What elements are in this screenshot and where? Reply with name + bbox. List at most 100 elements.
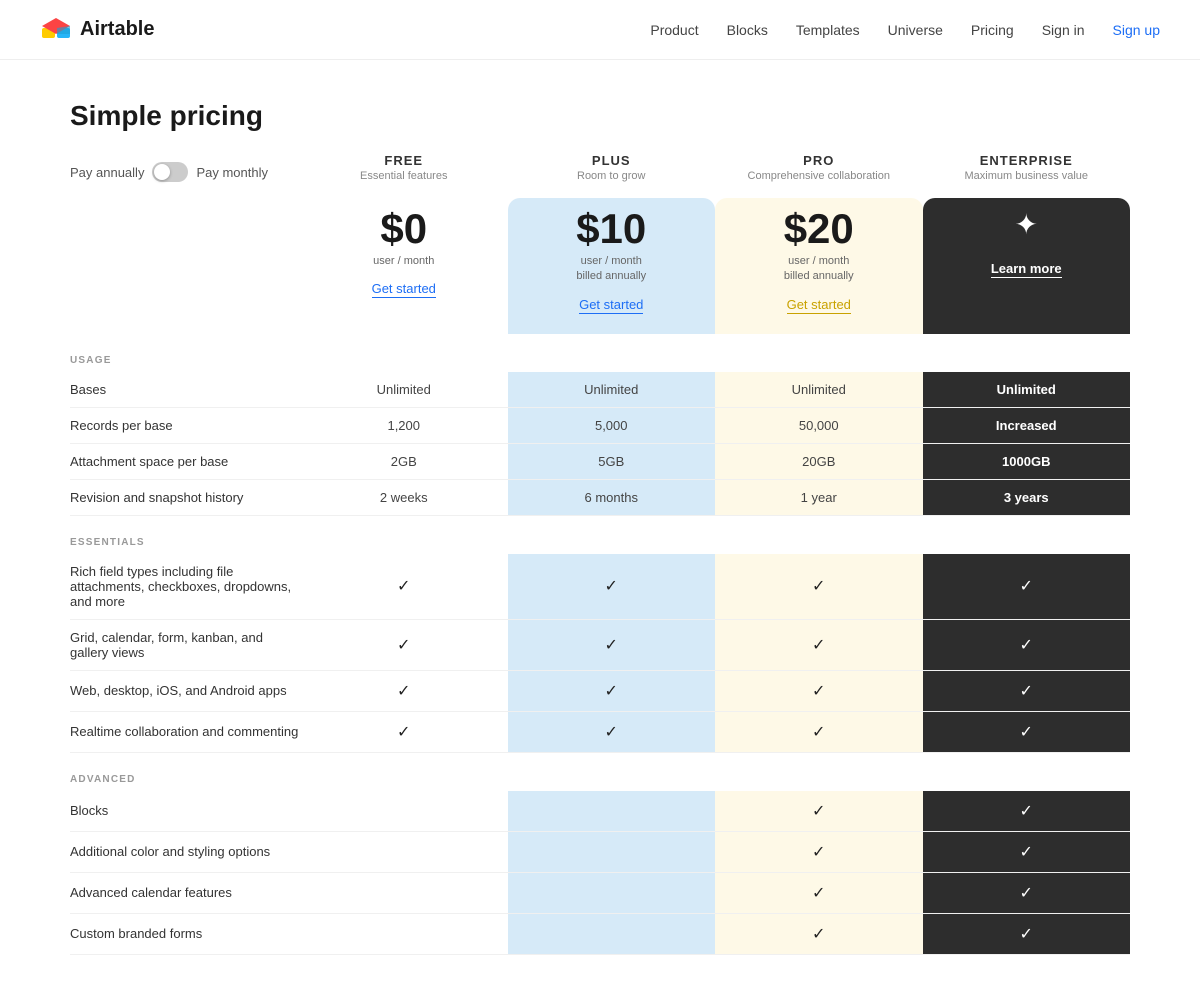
feature-val: ✓	[923, 554, 1131, 620]
feature-val: Increased	[923, 408, 1131, 444]
feature-val: ✓	[300, 671, 508, 712]
feature-val: Unlimited	[715, 372, 923, 408]
price-section: $0 user / month Get started $10 user / m…	[70, 198, 1130, 334]
feature-name: Advanced calendar features	[70, 873, 300, 914]
section-label-advanced: ADVANCED	[70, 753, 1130, 791]
feature-val: 2 weeks	[300, 480, 508, 516]
plan-name-plus: PLUS	[518, 153, 706, 168]
feature-val: ✓	[715, 554, 923, 620]
section-label-text: ADVANCED	[70, 774, 136, 785]
checkmark-icon: ✓	[1020, 801, 1033, 821]
logo[interactable]: Airtable	[40, 14, 154, 46]
checkmark-icon: ✓	[1020, 635, 1033, 655]
price-cell-plus: $10 user / monthbilled annually Get star…	[508, 198, 716, 334]
feature-name: Revision and snapshot history	[70, 480, 300, 516]
feature-val: 1 year	[715, 480, 923, 516]
checkmark-icon: ✓	[812, 681, 825, 701]
plan-name-free: FREE	[310, 153, 498, 168]
section-label-text: USAGE	[70, 355, 112, 366]
feature-val: ✓	[715, 914, 923, 955]
plan-header-enterprise: ENTERPRISE Maximum business value	[923, 133, 1131, 198]
enterprise-icon: ✦	[933, 208, 1121, 241]
checkmark-icon: ✓	[397, 722, 410, 742]
cta-plus[interactable]: Get started	[579, 297, 643, 314]
feature-val: 5GB	[508, 444, 716, 480]
feature-val: ✓	[300, 620, 508, 671]
feature-val: ✓	[715, 671, 923, 712]
feature-name: Custom branded forms	[70, 914, 300, 955]
feature-val: 3 years	[923, 480, 1131, 516]
feature-name: Bases	[70, 372, 300, 408]
toggle-switch[interactable]	[152, 162, 188, 182]
checkmark-icon: ✓	[1020, 681, 1033, 701]
pay-monthly-label: Pay monthly	[196, 165, 268, 180]
nav-universe[interactable]: Universe	[888, 22, 943, 38]
nav-signin[interactable]: Sign in	[1042, 22, 1085, 38]
feature-val: 1,200	[300, 408, 508, 444]
feature-val: 50,000	[715, 408, 923, 444]
feature-val: ✓	[923, 620, 1131, 671]
feature-name: Blocks	[70, 791, 300, 832]
checkmark-icon: ✓	[1020, 576, 1033, 596]
checkmark-icon: ✓	[1020, 924, 1033, 944]
feature-val: ✓	[715, 712, 923, 753]
page-title: Simple pricing	[70, 100, 300, 152]
feature-name: Additional color and styling options	[70, 832, 300, 873]
feature-val: ✓	[923, 914, 1131, 955]
price-label-spacer	[70, 198, 300, 334]
feature-val: Unlimited	[508, 372, 716, 408]
feature-name: Web, desktop, iOS, and Android apps	[70, 671, 300, 712]
feature-val: 1000GB	[923, 444, 1131, 480]
plan-name-enterprise: ENTERPRISE	[933, 153, 1121, 168]
feature-val: ✓	[715, 620, 923, 671]
checkmark-icon: ✓	[812, 883, 825, 903]
feature-val: 20GB	[715, 444, 923, 480]
cta-pro[interactable]: Get started	[787, 297, 851, 314]
price-sub-plus: user / monthbilled annually	[518, 254, 706, 285]
plan-desc-enterprise: Maximum business value	[933, 170, 1121, 182]
cta-enterprise[interactable]: Learn more	[991, 261, 1062, 278]
nav-pricing[interactable]: Pricing	[971, 22, 1014, 38]
feature-val: ✓	[923, 712, 1131, 753]
nav-signup[interactable]: Sign up	[1113, 22, 1160, 38]
feature-val: ✓	[923, 671, 1131, 712]
feature-val: ✓	[300, 712, 508, 753]
price-sub-free: user / month	[310, 254, 498, 269]
feature-val: 5,000	[508, 408, 716, 444]
feature-val: Unlimited	[923, 372, 1131, 408]
feature-val: ✓	[508, 712, 716, 753]
feature-val: ✓	[923, 873, 1131, 914]
feature-val	[508, 832, 716, 873]
checkmark-icon: ✓	[397, 681, 410, 701]
feature-val: ✓	[508, 620, 716, 671]
feature-val	[300, 832, 508, 873]
billing-toggle: Pay annually Pay monthly	[70, 152, 300, 198]
feature-val: 6 months	[508, 480, 716, 516]
nav-templates[interactable]: Templates	[796, 22, 860, 38]
plan-desc-pro: Comprehensive collaboration	[725, 170, 913, 182]
checkmark-icon: ✓	[812, 801, 825, 821]
nav-product[interactable]: Product	[650, 22, 698, 38]
checkmark-icon: ✓	[605, 722, 618, 742]
features-table: USAGEBasesUnlimitedUnlimitedUnlimitedUnl…	[70, 334, 1130, 955]
checkmark-icon: ✓	[812, 842, 825, 862]
feature-val: ✓	[715, 832, 923, 873]
pricing-title-cell: Simple pricing Pay annually Pay monthly	[70, 100, 300, 198]
checkmark-icon: ✓	[1020, 842, 1033, 862]
cta-free[interactable]: Get started	[372, 281, 436, 298]
feature-val: ✓	[715, 791, 923, 832]
feature-name: Grid, calendar, form, kanban, and galler…	[70, 620, 300, 671]
nav-blocks[interactable]: Blocks	[727, 22, 768, 38]
checkmark-icon: ✓	[397, 635, 410, 655]
checkmark-icon: ✓	[605, 681, 618, 701]
feature-name: Rich field types including file attachme…	[70, 554, 300, 620]
plan-header-plus: PLUS Room to grow	[508, 133, 716, 198]
logo-text: Airtable	[80, 18, 154, 41]
price-sub-pro: user / monthbilled annually	[725, 254, 913, 285]
price-pro: $20	[725, 208, 913, 250]
pricing-header: Simple pricing Pay annually Pay monthly …	[70, 100, 1130, 198]
checkmark-icon: ✓	[397, 576, 410, 596]
feature-val: ✓	[923, 791, 1131, 832]
pay-annually-label: Pay annually	[70, 165, 144, 180]
feature-val: Unlimited	[300, 372, 508, 408]
